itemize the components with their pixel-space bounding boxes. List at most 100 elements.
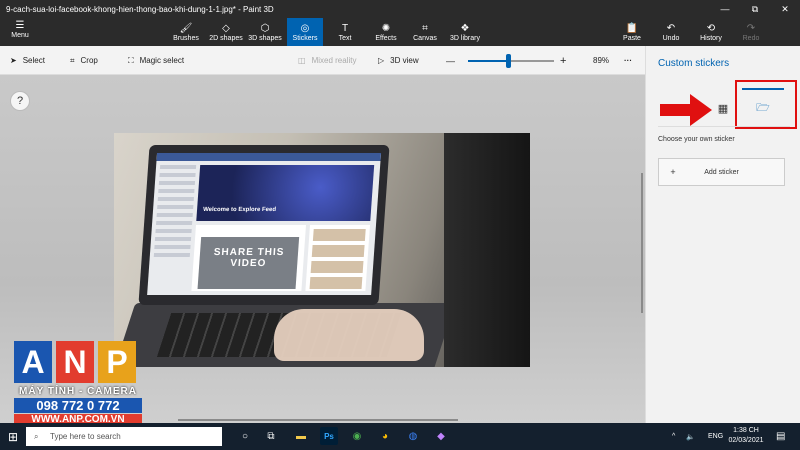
tool-label: 2D shapes [209,34,243,42]
redo-label: Redo [742,34,760,42]
maximize-button[interactable]: ⧉ [740,0,770,18]
mixed-reality-label: Mixed reality [311,56,357,65]
panel-title: Custom stickers [658,58,730,69]
chrome-icon[interactable]: ◕ [376,427,394,445]
window-title: 9-cach-sua-loi-facebook-khong-hien-thong… [6,4,274,14]
anp-letter-a: A [14,341,52,383]
tool-options-bar: ➤ Select ⌗ Crop ⛶ Magic select ◫ Mixed r… [0,46,645,75]
select-tool[interactable]: ➤ Select [10,46,45,75]
plus-icon: + [670,167,676,177]
close-button[interactable]: ✕ [770,0,800,18]
language-indicator[interactable]: ENG [708,423,723,450]
tool-label: Text [338,34,352,42]
3d-shapes-icon: ⬡ [260,22,270,34]
tool-label: 3D library [450,34,480,42]
paint-3d-icon[interactable]: ◆ [432,427,450,445]
history-label: History [700,34,722,42]
horizontal-scrollbar[interactable] [178,419,458,421]
clock-time: 1:38 CH [733,427,759,434]
anp-phone: 098 772 0 772 [14,398,142,413]
zoom-out-button[interactable]: — [446,46,455,75]
stickers-icon: ◎ [300,22,310,34]
windows-start-icon[interactable]: ⊞ [8,430,18,444]
anp-letter-p: P [98,341,136,383]
paste-label: Paste [623,34,641,42]
crop-icon: ⌗ [70,55,75,65]
file-explorer-icon[interactable]: ▬ [292,427,310,445]
tool-text[interactable]: T Text [330,18,360,46]
panel-divider [658,126,790,127]
canvas-image[interactable]: Welcome to Explore Feed SHARE THIS VIDEO [114,133,530,367]
anp-logo: A N P [14,341,142,383]
tool-stickers[interactable]: ◎ Stickers [287,18,323,46]
hands [274,309,424,361]
video-thumbnail: SHARE THIS VIDEO [197,237,300,289]
redo-icon: ↷ [746,22,756,34]
3d-library-icon: ❖ [460,22,470,34]
zoom-in-button[interactable]: + [560,46,566,75]
vertical-scrollbar[interactable] [641,173,643,313]
tool-2d-shapes[interactable]: ◇ 2D shapes [207,18,245,46]
history-button[interactable]: ⟲ History [696,18,726,46]
anp-letter-n: N [56,341,94,383]
title-bar: 9-cach-sua-loi-facebook-khong-hien-thong… [0,0,800,18]
help-button[interactable]: ? [10,91,30,111]
custom-stickers-panel: Custom stickers ▦ 🗁 Choose your own stic… [645,46,800,423]
zoom-slider-fill [468,60,509,62]
tool-3d-library[interactable]: ❖ 3D library [447,18,483,46]
2d-shapes-icon: ◇ [222,22,230,34]
facebook-right-column [305,225,370,291]
more-options-button[interactable]: ··· [624,46,632,75]
add-sticker-button[interactable]: + Add sticker [658,158,785,186]
photoshop-icon[interactable]: Ps [320,427,338,445]
menu-label: Menu [11,32,29,39]
skype-icon[interactable]: ◍ [404,427,422,445]
tool-3d-shapes[interactable]: ⬡ 3D shapes [246,18,284,46]
tool-label: 3D shapes [248,34,282,42]
red-arrow-annotation [660,94,712,126]
volume-icon[interactable]: 🔈 [686,423,695,450]
brush-icon: 🖌 [179,22,193,34]
clock-date: 02/03/2021 [728,437,764,444]
mixed-reality-button[interactable]: ◫ Mixed reality [298,46,356,75]
laptop-lid: Welcome to Explore Feed SHARE THIS VIDEO [138,145,390,305]
cortana-icon[interactable]: ○ [236,427,254,445]
magic-select-icon: ⛶ [128,55,134,65]
paste-button[interactable]: 📋 Paste [618,18,646,46]
redo-button[interactable]: ↷ Redo [738,18,764,46]
add-sticker-label: Add sticker [704,168,739,176]
menu-button[interactable]: ☰ Menu [5,20,35,39]
tool-brushes[interactable]: 🖌 Brushes [170,18,202,46]
3d-view-button[interactable]: ▷ 3D view [378,46,419,75]
tool-effects[interactable]: ✺ Effects [370,18,402,46]
paste-icon: 📋 [625,22,639,34]
facebook-sidebar [151,165,197,290]
facebook-top-bar [156,153,382,161]
magic-select-label: Magic select [139,56,185,65]
tray-caret[interactable]: ^ [672,423,675,450]
taskbar-search[interactable]: ⌕ Type here to search [26,427,222,446]
anp-subtitle: MÁY TÍNH - CAMERA [19,386,137,397]
magic-select-tool[interactable]: ⛶ Magic select [128,46,184,75]
notifications-icon[interactable]: ▤ [776,423,785,450]
undo-label: Undo [662,34,680,42]
ribbon: ☰ Menu 🖌 Brushes ◇ 2D shapes ⬡ 3D shapes… [0,18,800,46]
taskbar: ⊞ ⌕ Type here to search ○ ⧉ ▬ Ps ◉ ◕ ◍ ◆… [0,423,800,450]
zoom-slider-thumb[interactable] [506,54,512,68]
undo-button[interactable]: ↶ Undo [658,18,684,46]
search-icon: ⌕ [34,431,39,441]
3d-view-icon: ▷ [378,56,385,65]
clock[interactable]: 1:38 CH 02/03/2021 [724,426,768,446]
hero-text: Welcome to Explore Feed [202,207,277,213]
app-icon[interactable]: ◉ [348,427,366,445]
crop-tool[interactable]: ⌗ Crop [70,46,98,75]
highlight-box [735,80,797,129]
tool-canvas[interactable]: ⌗ Canvas [410,18,440,46]
choose-sticker-label: Choose your own sticker [658,136,735,143]
task-view-icon[interactable]: ⧉ [262,427,280,445]
sticker-tab-icon[interactable]: ▦ [712,98,734,118]
minimize-button[interactable]: — [710,0,740,18]
history-icon: ⟲ [706,22,716,34]
mixed-reality-icon: ◫ [298,56,306,65]
cursor-icon: ➤ [10,56,17,65]
